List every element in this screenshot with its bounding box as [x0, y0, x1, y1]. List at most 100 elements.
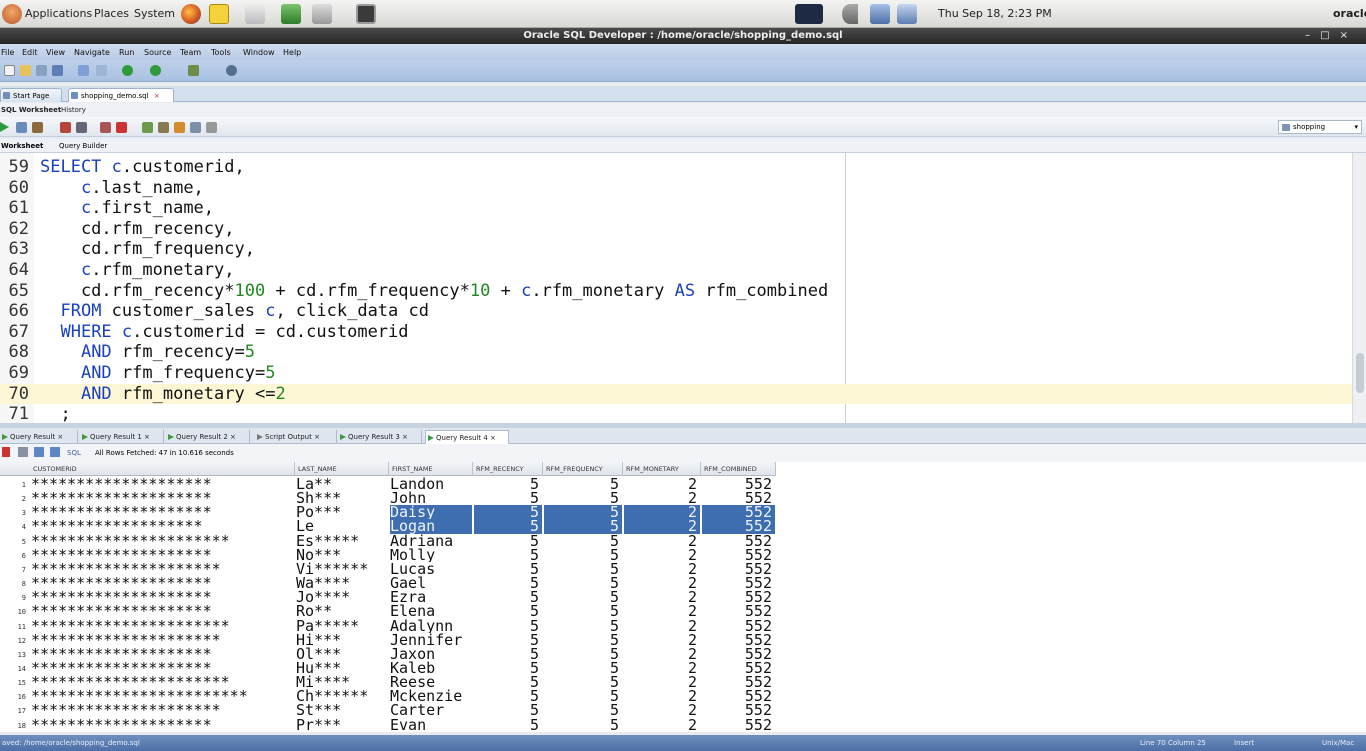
- cell-first-name[interactable]: Carter: [390, 703, 472, 717]
- close-tab-icon[interactable]: ×: [314, 433, 320, 441]
- cell-rfm-recency[interactable]: 5: [474, 576, 542, 590]
- cell-rfm-frequency[interactable]: 5: [544, 675, 622, 689]
- table-row[interactable]: 15 ********************** Mi**** Reese 5 5 2 55…: [0, 675, 776, 689]
- forward-icon[interactable]: [150, 65, 161, 76]
- menu-tools[interactable]: Tools: [211, 48, 231, 57]
- editor-scrollbar[interactable]: [1352, 153, 1366, 423]
- cell-rfm-combined[interactable]: 552: [702, 619, 775, 633]
- clock[interactable]: Thu Sep 18, 2:23 PM: [938, 7, 1052, 20]
- cell-rfm-frequency[interactable]: 5: [544, 633, 622, 647]
- cell-rfm-monetary[interactable]: 2: [624, 718, 700, 732]
- tab-query-result-1[interactable]: Query Result 1 ×: [80, 430, 164, 444]
- cell-first-name[interactable]: Ezra: [390, 590, 472, 604]
- cell-rfm-monetary[interactable]: 2: [624, 633, 700, 647]
- cell-rfm-combined[interactable]: 552: [702, 703, 775, 717]
- code-line[interactable]: 62 cd.rfm_recency,: [0, 219, 1352, 240]
- code-line[interactable]: 70 AND rfm_monetary <=2: [0, 383, 1352, 405]
- cell-last-name[interactable]: Ol***: [296, 647, 388, 661]
- minimize-icon[interactable]: –: [1305, 30, 1320, 41]
- cell-rfm-frequency[interactable]: 5: [544, 562, 622, 576]
- cell-rfm-frequency[interactable]: 5: [544, 576, 622, 590]
- cell-rfm-combined[interactable]: 552: [702, 548, 775, 562]
- table-row[interactable]: 6 ******************** No*** Molly 5 5 2 552: [0, 548, 776, 562]
- unshared-worksheet-icon[interactable]: [206, 122, 217, 133]
- tab-query-result-4[interactable]: Query Result 4 ×: [425, 430, 509, 444]
- cell-rfm-combined[interactable]: 552: [702, 633, 775, 647]
- cell-customerid[interactable]: ********************: [31, 661, 294, 675]
- column-header[interactable]: RFM_FREQUENCY: [543, 462, 623, 476]
- close-tab-icon[interactable]: ×: [230, 433, 236, 441]
- cell-rfm-frequency[interactable]: 5: [544, 519, 622, 534]
- volume-icon[interactable]: [842, 4, 858, 24]
- cell-rfm-recency[interactable]: 5: [474, 661, 542, 675]
- code-line[interactable]: 69 AND rfm_frequency=5: [0, 363, 1352, 384]
- cell-customerid[interactable]: **********************: [31, 619, 294, 633]
- cell-first-name[interactable]: Logan: [390, 519, 472, 534]
- menu-team[interactable]: Team: [180, 48, 201, 57]
- format-icon[interactable]: [158, 122, 169, 133]
- cell-rfm-monetary[interactable]: 2: [624, 619, 700, 633]
- code-line[interactable]: 61 c.first_name,: [0, 198, 1352, 219]
- cell-customerid[interactable]: ********************: [31, 647, 294, 661]
- export-icon[interactable]: [50, 447, 60, 457]
- history-icon[interactable]: [142, 122, 153, 133]
- cell-last-name[interactable]: Ro**: [296, 604, 388, 618]
- cell-rfm-combined[interactable]: 552: [702, 534, 775, 548]
- cell-first-name[interactable]: Reese: [390, 675, 472, 689]
- code-line[interactable]: 66 FROM customer_sales c, click_data cd: [0, 301, 1352, 322]
- cell-rfm-monetary[interactable]: 2: [624, 703, 700, 717]
- monitor-icon[interactable]: [226, 65, 237, 76]
- code-line[interactable]: 63 cd.rfm_frequency,: [0, 239, 1352, 260]
- cell-rfm-frequency[interactable]: 5: [544, 477, 622, 491]
- cell-rfm-recency[interactable]: 5: [474, 703, 542, 717]
- cell-rfm-frequency[interactable]: 5: [544, 718, 622, 732]
- places-menu[interactable]: Places: [94, 7, 129, 20]
- cell-rfm-monetary[interactable]: 2: [624, 491, 700, 505]
- cell-rfm-recency[interactable]: 5: [474, 619, 542, 633]
- cell-rfm-combined[interactable]: 552: [702, 718, 775, 732]
- sql-editor[interactable]: 59 SELECT c.customerid, 60 c.last_name, 61 …: [0, 153, 1366, 424]
- menu-navigate[interactable]: Navigate: [74, 48, 110, 57]
- table-row[interactable]: 12 ********************* Hi*** Jennifer 5 5 2 5…: [0, 633, 776, 647]
- table-row[interactable]: 17 ********************* St*** Carter 5 5 2 552: [0, 703, 776, 717]
- cell-rfm-frequency[interactable]: 5: [544, 534, 622, 548]
- cell-last-name[interactable]: Po***: [296, 505, 388, 519]
- cell-first-name[interactable]: Lucas: [390, 562, 472, 576]
- save-all-icon[interactable]: [52, 65, 63, 76]
- cell-rfm-recency[interactable]: 5: [474, 548, 542, 562]
- code-line[interactable]: 68 AND rfm_recency=5: [0, 342, 1352, 363]
- cell-rfm-combined[interactable]: 552: [702, 477, 775, 491]
- tab-start-page[interactable]: Start Page: [0, 88, 62, 102]
- cell-first-name[interactable]: Landon: [390, 477, 472, 491]
- cell-rfm-recency[interactable]: 5: [474, 491, 542, 505]
- close-icon[interactable]: ×: [1340, 30, 1358, 41]
- cell-last-name[interactable]: Hi***: [296, 633, 388, 647]
- table-row[interactable]: 9 ******************** Jo**** Ezra 5 5 2 552: [0, 590, 776, 604]
- cell-customerid[interactable]: ********************: [31, 548, 294, 562]
- cell-customerid[interactable]: ************************: [31, 689, 294, 703]
- cell-last-name[interactable]: La**: [296, 477, 388, 491]
- code-line[interactable]: 59 SELECT c.customerid,: [0, 157, 1352, 178]
- column-header[interactable]: RFM_COMBINED: [701, 462, 776, 476]
- close-tab-icon[interactable]: ×: [490, 434, 496, 442]
- user-name[interactable]: oracle: [1333, 7, 1366, 20]
- menu-window[interactable]: Window: [243, 48, 275, 57]
- menu-run[interactable]: Run: [119, 48, 134, 57]
- cell-customerid[interactable]: **********************: [31, 675, 294, 689]
- table-row[interactable]: 16 ************************ Ch****** Mckenz…: [0, 689, 776, 703]
- cell-rfm-recency[interactable]: 5: [474, 689, 542, 703]
- cell-last-name[interactable]: Vi******: [296, 562, 388, 576]
- cell-last-name[interactable]: Wa****: [296, 576, 388, 590]
- printer-launcher-icon[interactable]: [312, 4, 332, 24]
- cell-rfm-monetary[interactable]: 2: [624, 647, 700, 661]
- column-header[interactable]: FIRST_NAME: [389, 462, 473, 476]
- cell-last-name[interactable]: St***: [296, 703, 388, 717]
- table-row[interactable]: 18 ******************** Pr*** Evan 5 5 2 552: [0, 718, 776, 732]
- tab-shopping-demo[interactable]: shopping_demo.sql ×: [68, 88, 174, 102]
- system-menu[interactable]: System: [134, 7, 175, 20]
- terminal-launcher-icon[interactable]: [356, 4, 376, 24]
- cell-rfm-combined[interactable]: 552: [702, 505, 775, 520]
- cell-rfm-frequency[interactable]: 5: [544, 703, 622, 717]
- tab-query-result[interactable]: Query Result ×: [0, 430, 78, 444]
- cell-rfm-recency[interactable]: 5: [474, 534, 542, 548]
